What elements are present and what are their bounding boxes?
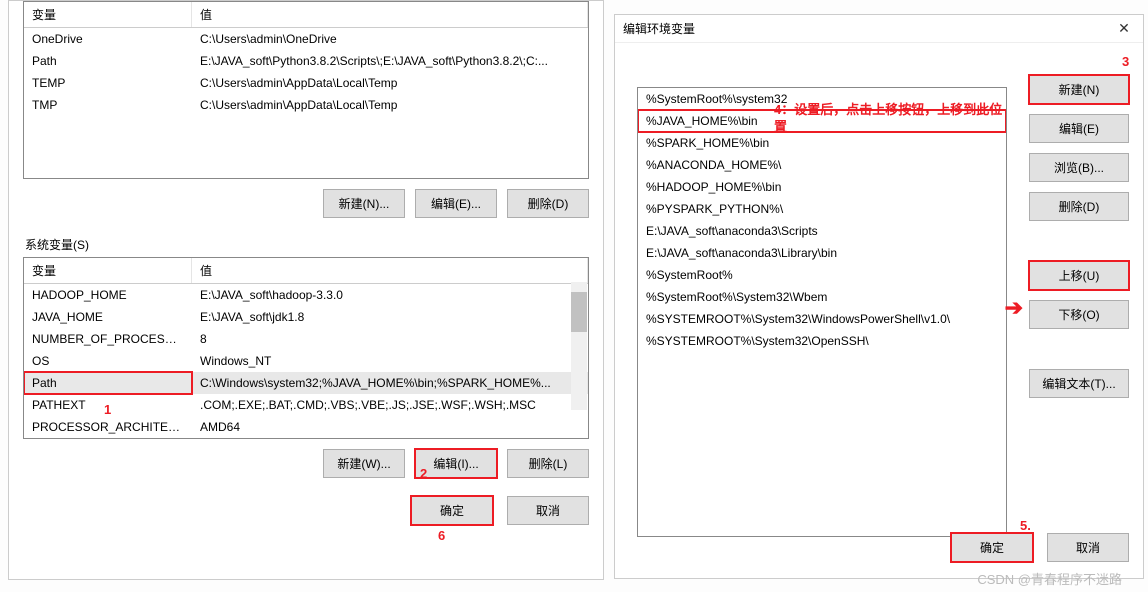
watermark: CSDN @青春程序不迷路 xyxy=(977,569,1122,588)
table-row[interactable]: JAVA_HOMEE:\JAVA_soft\jdk1.8 xyxy=(24,306,588,328)
cell-value: C:\Users\admin\AppData\Local\Temp xyxy=(192,72,588,94)
list-item[interactable]: %PYSPARK_PYTHON%\ xyxy=(638,198,1006,220)
cell-name: OneDrive xyxy=(24,28,192,50)
list-item[interactable]: E:\JAVA_soft\anaconda3\Library\bin xyxy=(638,242,1006,264)
list-item[interactable]: %JAVA_HOME%\bin xyxy=(638,110,1006,132)
cell-value: C:\Windows\system32;%JAVA_HOME%\bin;%SPA… xyxy=(192,372,588,394)
env-vars-dialog: 变量 值 OneDriveC:\Users\admin\OneDrivePath… xyxy=(8,0,604,580)
list-item[interactable]: %HADOOP_HOME%\bin xyxy=(638,176,1006,198)
table-row[interactable]: PROCESSOR_ARCHITECT...AMD64 xyxy=(24,416,588,438)
edit-env-var-dialog: 编辑环境变量 ✕ %SystemRoot%\system32%JAVA_HOME… xyxy=(614,14,1144,579)
list-item[interactable]: E:\JAVA_soft\anaconda3\Scripts xyxy=(638,220,1006,242)
user-vars-table: 变量 值 OneDriveC:\Users\admin\OneDrivePath… xyxy=(23,1,589,179)
cell-name: Path xyxy=(24,372,192,394)
list-item[interactable]: %SPARK_HOME%\bin xyxy=(638,132,1006,154)
table-row[interactable]: NUMBER_OF_PROCESSORS8 xyxy=(24,328,588,350)
cancel-button[interactable]: 取消 xyxy=(507,496,589,525)
cell-name: NUMBER_OF_PROCESSORS xyxy=(24,328,192,350)
cell-name: JAVA_HOME xyxy=(24,306,192,328)
user-vars-body: OneDriveC:\Users\admin\OneDrivePathE:\JA… xyxy=(24,28,588,178)
dialog-footer: 确定 取消 xyxy=(23,496,589,525)
table-row[interactable]: OSWindows_NT xyxy=(24,350,588,372)
title-bar: 编辑环境变量 ✕ xyxy=(615,15,1143,43)
table-row[interactable]: PathC:\Windows\system32;%JAVA_HOME%\bin;… xyxy=(24,372,588,394)
table-row[interactable]: HADOOP_HOMEE:\JAVA_soft\hadoop-3.3.0 xyxy=(24,284,588,306)
ok-button[interactable]: 确定 xyxy=(411,496,493,525)
cell-value: C:\Users\admin\AppData\Local\Temp xyxy=(192,94,588,116)
new-button[interactable]: 新建(W)... xyxy=(323,449,405,478)
move-up-button[interactable]: 上移(U) xyxy=(1029,261,1129,290)
table-row[interactable]: TMPC:\Users\admin\AppData\Local\Temp xyxy=(24,94,588,116)
edit-button[interactable]: 编辑(E) xyxy=(1029,114,1129,143)
table-row[interactable]: PathE:\JAVA_soft\Python3.8.2\Scripts\;E:… xyxy=(24,50,588,72)
sys-vars-table: 变量 值 HADOOP_HOMEE:\JAVA_soft\hadoop-3.3.… xyxy=(23,257,589,439)
dialog-footer: 确定 取消 xyxy=(951,533,1129,562)
cell-name: PATHEXT xyxy=(24,394,192,416)
user-vars-buttons: 新建(N)... 编辑(E)... 删除(D) xyxy=(23,189,589,218)
table-row[interactable]: PATHEXT.COM;.EXE;.BAT;.CMD;.VBS;.VBE;.JS… xyxy=(24,394,588,416)
cell-name: Path xyxy=(24,50,192,72)
scrollbar[interactable] xyxy=(571,282,587,410)
cell-name: OS xyxy=(24,350,192,372)
table-row[interactable]: TEMPC:\Users\admin\AppData\Local\Temp xyxy=(24,72,588,94)
cell-value: 8 xyxy=(192,328,588,350)
list-item[interactable]: %SYSTEMROOT%\System32\WindowsPowerShell\… xyxy=(638,308,1006,330)
side-buttons: 新建(N) 编辑(E) 浏览(B)... 删除(D) 上移(U) 下移(O) 编… xyxy=(1029,75,1129,398)
col-val[interactable]: 值 xyxy=(192,2,588,27)
cell-name: TEMP xyxy=(24,72,192,94)
table-row[interactable]: OneDriveC:\Users\admin\OneDrive xyxy=(24,28,588,50)
cell-name: HADOOP_HOME xyxy=(24,284,192,306)
sys-vars-label: 系统变量(S) xyxy=(25,236,587,253)
move-down-button[interactable]: 下移(O) xyxy=(1029,300,1129,329)
path-list[interactable]: %SystemRoot%\system32%JAVA_HOME%\bin%SPA… xyxy=(637,87,1007,537)
cell-value: C:\Users\admin\OneDrive xyxy=(192,28,588,50)
delete-button[interactable]: 删除(D) xyxy=(507,189,589,218)
scrollbar-thumb[interactable] xyxy=(571,292,587,332)
list-item[interactable]: %ANACONDA_HOME%\ xyxy=(638,154,1006,176)
edit-button[interactable]: 编辑(I)... xyxy=(415,449,497,478)
edit-button[interactable]: 编辑(E)... xyxy=(415,189,497,218)
cell-value: E:\JAVA_soft\hadoop-3.3.0 xyxy=(192,284,588,306)
sys-vars-body: HADOOP_HOMEE:\JAVA_soft\hadoop-3.3.0JAVA… xyxy=(24,284,588,438)
dialog-title: 编辑环境变量 xyxy=(623,20,695,37)
table-header: 变量 值 xyxy=(24,258,588,284)
delete-button[interactable]: 删除(L) xyxy=(507,449,589,478)
cancel-button[interactable]: 取消 xyxy=(1047,533,1129,562)
sys-vars-buttons: 新建(W)... 编辑(I)... 删除(L) xyxy=(23,449,589,478)
cell-value: Windows_NT xyxy=(192,350,588,372)
cell-value: E:\JAVA_soft\jdk1.8 xyxy=(192,306,588,328)
cell-value: AMD64 xyxy=(192,416,588,438)
list-item[interactable]: %SYSTEMROOT%\System32\OpenSSH\ xyxy=(638,330,1006,352)
cell-name: TMP xyxy=(24,94,192,116)
list-item[interactable]: %SystemRoot% xyxy=(638,264,1006,286)
close-icon[interactable]: ✕ xyxy=(1109,19,1139,39)
col-val[interactable]: 值 xyxy=(192,258,588,283)
arrow-icon: ➔ xyxy=(1005,295,1023,321)
cell-value: E:\JAVA_soft\Python3.8.2\Scripts\;E:\JAV… xyxy=(192,50,588,72)
col-var[interactable]: 变量 xyxy=(24,258,192,283)
list-item[interactable]: %SystemRoot%\System32\Wbem xyxy=(638,286,1006,308)
ok-button[interactable]: 确定 xyxy=(951,533,1033,562)
new-button[interactable]: 新建(N) xyxy=(1029,75,1129,104)
new-button[interactable]: 新建(N)... xyxy=(323,189,405,218)
browse-button[interactable]: 浏览(B)... xyxy=(1029,153,1129,182)
delete-button[interactable]: 删除(D) xyxy=(1029,192,1129,221)
cell-value: .COM;.EXE;.BAT;.CMD;.VBS;.VBE;.JS;.JSE;.… xyxy=(192,394,588,416)
list-item[interactable]: %SystemRoot%\system32 xyxy=(638,88,1006,110)
table-header: 变量 值 xyxy=(24,2,588,28)
col-var[interactable]: 变量 xyxy=(24,2,192,27)
cell-name: PROCESSOR_ARCHITECT... xyxy=(24,416,192,438)
edit-text-button[interactable]: 编辑文本(T)... xyxy=(1029,369,1129,398)
